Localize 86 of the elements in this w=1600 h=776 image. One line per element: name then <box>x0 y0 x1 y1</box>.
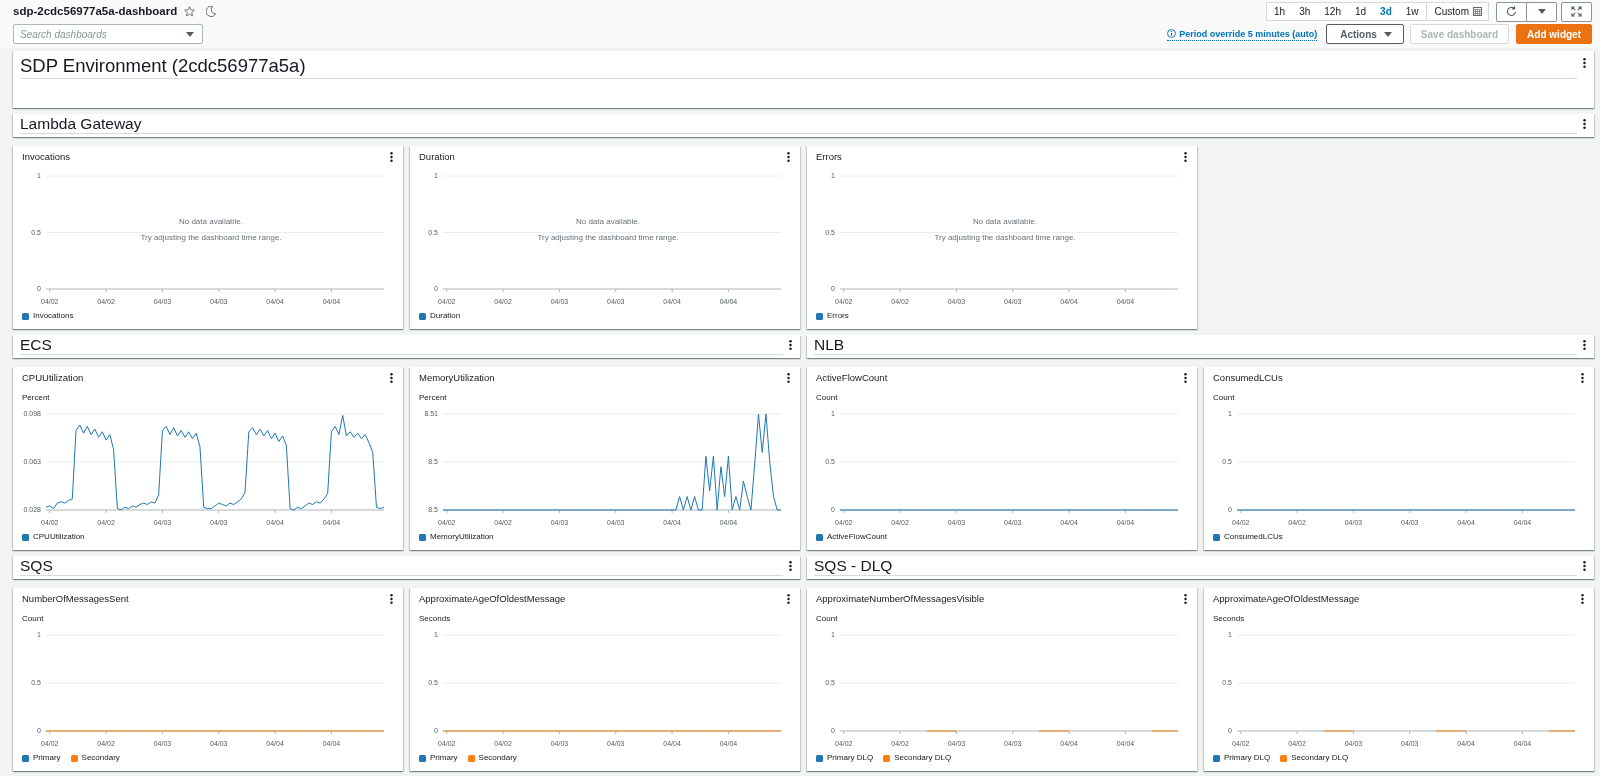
section-heading: NLB <box>814 336 1577 355</box>
more-menu-icon[interactable] <box>390 594 393 604</box>
no-data-message: No data available. <box>179 216 243 226</box>
y-axis-title: Percent <box>22 393 50 402</box>
more-menu-icon[interactable] <box>390 152 393 162</box>
widget-title: MemoryUtilization <box>419 372 495 384</box>
section-heading: SQS - DLQ <box>814 557 1577 576</box>
more-menu-icon[interactable] <box>1184 594 1187 604</box>
time-range-option[interactable]: 1h <box>1267 3 1293 20</box>
no-data-message: No data available. <box>973 216 1037 226</box>
more-menu-icon[interactable] <box>789 340 792 350</box>
refresh-icon <box>1506 6 1517 17</box>
y-axis-title: Count <box>1213 393 1235 402</box>
fullscreen-icon <box>1571 6 1582 17</box>
more-menu-icon[interactable] <box>787 152 790 162</box>
widget-title: Invocations <box>22 151 71 163</box>
widget-title: ApproximateAgeOfOldestMessage <box>1213 593 1360 605</box>
legend-label[interactable]: Primary <box>33 753 61 763</box>
widget-title: ApproximateNumberOfMessagesVisible <box>816 593 985 605</box>
time-range-option[interactable]: 12h <box>1317 3 1348 20</box>
no-data-message: No data available. <box>576 216 640 226</box>
more-menu-icon[interactable] <box>1184 152 1187 162</box>
caret-down-icon <box>1537 9 1546 14</box>
custom-range-button[interactable]: Custom <box>1425 3 1488 20</box>
no-data-hint: Try adjusting the dashboard time range. <box>934 232 1076 242</box>
legend-label[interactable]: Secondary <box>81 753 120 763</box>
more-menu-icon[interactable] <box>1581 373 1584 383</box>
y-axis-title: Seconds <box>419 614 451 623</box>
time-range-option[interactable]: 3d <box>1373 3 1399 20</box>
y-axis-title: Count <box>816 393 838 402</box>
widget-title: ConsumedLCUs <box>1213 372 1283 384</box>
widget-title: NumberOfMessagesSent <box>22 593 129 605</box>
legend-label[interactable]: CPUUtilization <box>33 532 85 542</box>
legend-label[interactable]: Errors <box>827 311 849 321</box>
legend-label[interactable]: ActiveFlowCount <box>827 532 888 542</box>
no-data-hint: Try adjusting the dashboard time range. <box>140 232 282 242</box>
dashboard-search-field[interactable]: Search dashboards <box>13 24 203 44</box>
more-menu-icon[interactable] <box>787 373 790 383</box>
actions-button[interactable]: Actions <box>1326 24 1404 44</box>
widget-title: ActiveFlowCount <box>816 372 888 384</box>
dashboard-title: sdp-2cdc56977a5a-dashboard <box>13 4 178 18</box>
more-menu-icon[interactable] <box>1583 561 1586 571</box>
more-menu-icon[interactable] <box>787 594 790 604</box>
fullscreen-button[interactable] <box>1561 1 1592 22</box>
refresh-button[interactable] <box>1496 1 1527 22</box>
more-menu-icon[interactable] <box>390 373 393 383</box>
time-range-option[interactable]: 3h <box>1292 3 1318 20</box>
refresh-options-button[interactable] <box>1527 1 1557 22</box>
y-axis-title: Count <box>22 614 44 623</box>
more-menu-icon[interactable] <box>789 561 792 571</box>
legend-label[interactable]: MemoryUtilization <box>430 532 494 542</box>
section-heading: SQS <box>20 557 783 576</box>
dashboard-heading: SDP Environment (2cdc56977a5a) <box>20 54 1577 79</box>
star-icon[interactable] <box>184 5 196 17</box>
time-range-option[interactable]: 1d <box>1347 3 1374 20</box>
legend-label[interactable]: Primary <box>430 753 458 763</box>
legend-label[interactable]: ConsumedLCUs <box>1224 532 1283 542</box>
more-menu-icon[interactable] <box>1581 594 1584 604</box>
time-range-option[interactable]: 1w <box>1398 3 1426 20</box>
more-menu-icon[interactable] <box>1583 58 1586 68</box>
section-heading: ECS <box>20 336 783 355</box>
caret-down-icon[interactable] <box>186 32 194 37</box>
legend-label[interactable]: Duration <box>430 311 461 321</box>
y-axis-title: Seconds <box>1213 614 1245 623</box>
legend-label[interactable]: Primary DLQ <box>1224 753 1271 763</box>
widget-title: CPUUtilization <box>22 372 84 384</box>
legend-label[interactable]: Invocations <box>33 311 74 321</box>
calendar-icon <box>1473 7 1482 16</box>
legend-label[interactable]: Primary DLQ <box>827 753 874 763</box>
widget-title: ApproximateAgeOfOldestMessage <box>419 593 566 605</box>
more-menu-icon[interactable] <box>1184 373 1187 383</box>
more-menu-icon[interactable] <box>1583 119 1586 129</box>
legend-label[interactable]: Secondary DLQ <box>1291 753 1349 763</box>
moon-icon[interactable] <box>206 5 217 17</box>
no-data-hint: Try adjusting the dashboard time range. <box>537 232 679 242</box>
legend-label[interactable]: Secondary <box>478 753 517 763</box>
legend-label[interactable]: Secondary DLQ <box>894 753 952 763</box>
period-override-link[interactable]: Period override 5 minutes (auto) <box>1167 27 1318 41</box>
widget-title: Duration <box>419 151 455 163</box>
y-axis-title: Count <box>816 614 838 623</box>
caret-down-icon <box>1383 31 1392 37</box>
info-icon <box>1167 29 1177 38</box>
section-heading: Lambda Gateway <box>20 115 1577 134</box>
widget-title: Errors <box>816 151 842 163</box>
y-axis-title: Percent <box>419 393 447 402</box>
more-menu-icon[interactable] <box>1583 340 1586 350</box>
